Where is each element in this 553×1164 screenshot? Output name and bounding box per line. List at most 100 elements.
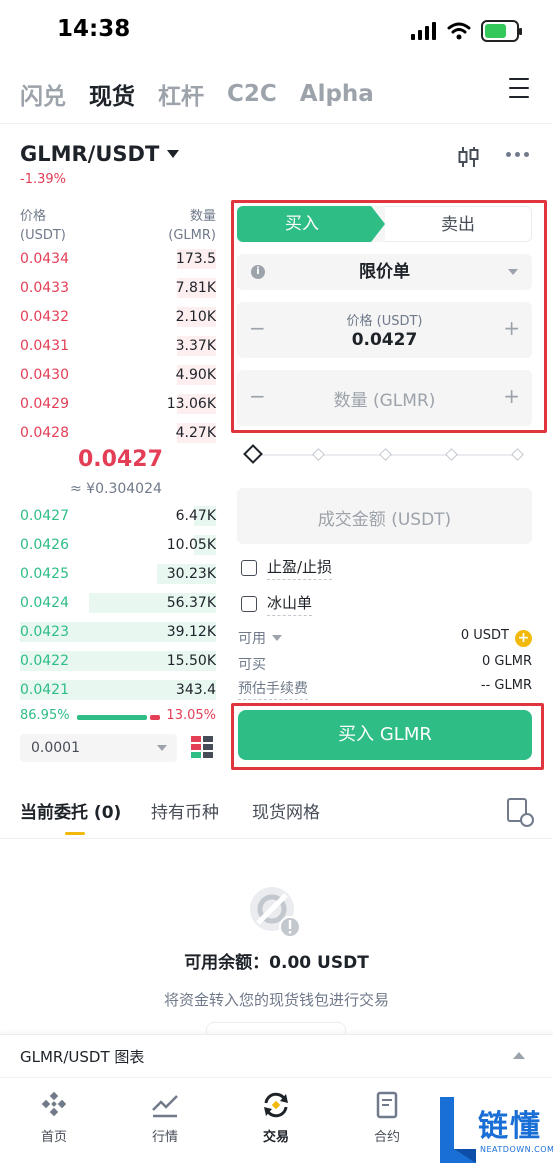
iceberg-checkbox[interactable] bbox=[241, 596, 257, 612]
can-buy-row: 可买 0 GLMR bbox=[238, 654, 532, 674]
pair-selector[interactable]: GLMR/USDT bbox=[20, 142, 180, 166]
quantity-placeholder: 数量 (GLMR) bbox=[333, 391, 436, 411]
total-input[interactable]: 成交金额 (USDT) bbox=[237, 488, 532, 544]
slider-step-25[interactable] bbox=[312, 448, 325, 461]
bid-row[interactable]: 0.0423 39.12K bbox=[20, 620, 216, 644]
divider bbox=[0, 123, 553, 124]
menu-icon[interactable] bbox=[509, 78, 529, 98]
caret-down-icon bbox=[157, 745, 167, 751]
bid-qty: 39.12K bbox=[166, 624, 216, 640]
bid-qty: 56.37K bbox=[166, 595, 216, 611]
nav-markets[interactable]: 行情 bbox=[130, 1090, 200, 1145]
tab-c2c[interactable]: C2C bbox=[227, 81, 277, 107]
battery-icon bbox=[481, 20, 522, 42]
bid-row[interactable]: 0.0425 30.23K bbox=[20, 562, 216, 586]
price-input[interactable]: − 价格 (USDT) 0.0427 + bbox=[237, 302, 532, 358]
chevron-up-icon bbox=[513, 1052, 525, 1059]
buy-ratio: 86.95% bbox=[20, 708, 70, 723]
bid-row[interactable]: 0.0427 6.47K bbox=[20, 504, 216, 528]
more-icon[interactable] bbox=[506, 152, 529, 157]
slider-handle[interactable] bbox=[243, 444, 263, 464]
add-funds-icon[interactable]: + bbox=[515, 630, 532, 647]
tp-sl-checkbox[interactable] bbox=[241, 560, 257, 576]
fee-label: 预估手续费 bbox=[238, 681, 308, 700]
bid-row[interactable]: 0.0424 56.37K bbox=[20, 591, 216, 615]
ask-row[interactable]: 0.0428 4.27K bbox=[20, 421, 216, 445]
ask-price: 0.0429 bbox=[20, 396, 69, 412]
caret-down-icon bbox=[508, 269, 518, 275]
sell-ratio-bar bbox=[150, 715, 160, 720]
plus-icon[interactable]: + bbox=[503, 384, 520, 408]
bid-qty: 15.50K bbox=[166, 653, 216, 669]
caret-down-icon bbox=[272, 635, 282, 641]
tab-spot-grid[interactable]: 现货网格 bbox=[252, 798, 320, 823]
ask-row[interactable]: 0.0432 2.10K bbox=[20, 305, 216, 329]
qty-unit: (GLMR) bbox=[168, 228, 216, 243]
nav-futures[interactable]: 合约 bbox=[352, 1090, 422, 1145]
caret-down-icon bbox=[167, 150, 180, 158]
transfer-hint: 将资金转入您的现货钱包进行交易 bbox=[163, 991, 389, 1009]
bid-row[interactable]: 0.0421 343.4 bbox=[20, 678, 216, 702]
bid-qty: 6.47K bbox=[175, 508, 216, 524]
price-label: 价格 (USDT) bbox=[346, 314, 423, 329]
nav-home-label: 首页 bbox=[40, 1130, 67, 1145]
ask-qty: 13.06K bbox=[166, 396, 216, 412]
watermark-l-icon bbox=[440, 1097, 476, 1163]
nav-home[interactable]: 首页 bbox=[19, 1090, 89, 1145]
last-price[interactable]: 0.0427 bbox=[78, 447, 163, 472]
ask-qty: 4.90K bbox=[175, 367, 216, 383]
tab-margin[interactable]: 杠杆 bbox=[158, 77, 204, 111]
available-label[interactable]: 可用 bbox=[238, 631, 282, 647]
ask-row[interactable]: 0.0434 173.5 bbox=[20, 247, 216, 271]
orderbook-layout-icon[interactable] bbox=[191, 736, 213, 758]
empty-wallet-icon bbox=[250, 887, 301, 938]
tab-holdings[interactable]: 持有币种 bbox=[151, 798, 219, 823]
quantity-input[interactable]: − 数量 (GLMR) + bbox=[237, 370, 532, 426]
amount-slider[interactable] bbox=[243, 444, 524, 464]
nav-markets-label: 行情 bbox=[151, 1130, 178, 1145]
nav-trade[interactable]: 交易 bbox=[241, 1090, 311, 1145]
ask-row[interactable]: 0.0429 13.06K bbox=[20, 392, 216, 416]
buy-tab[interactable]: 买入 bbox=[237, 206, 385, 242]
precision-select[interactable]: 0.0001 bbox=[20, 734, 177, 762]
qty-header: 数量 bbox=[189, 209, 216, 224]
status-icons bbox=[411, 20, 522, 42]
candlestick-chart-icon[interactable] bbox=[458, 146, 480, 168]
bid-price: 0.0425 bbox=[20, 566, 69, 582]
can-buy-value: 0 GLMR bbox=[482, 654, 532, 669]
iceberg-label: 冰山单 bbox=[267, 592, 313, 616]
fee-row: 预估手续费 -- GLMR bbox=[238, 678, 532, 700]
watermark-text: 链懂 bbox=[478, 1109, 542, 1144]
iceberg-option[interactable]: 冰山单 bbox=[241, 592, 313, 616]
order-history-icon[interactable] bbox=[507, 798, 534, 827]
tab-convert[interactable]: 闪兑 bbox=[20, 77, 66, 111]
chart-toggle-bar[interactable]: GLMR/USDT 图表 bbox=[0, 1034, 553, 1076]
order-type-select[interactable]: i 限价单 bbox=[237, 254, 532, 290]
ask-qty: 7.81K bbox=[175, 280, 216, 296]
status-bar: 14:38 bbox=[0, 0, 553, 62]
bid-row[interactable]: 0.0422 15.50K bbox=[20, 649, 216, 673]
available-value-wrap: 0 USDT + bbox=[461, 628, 532, 647]
ask-row[interactable]: 0.0431 3.37K bbox=[20, 334, 216, 358]
slider-step-50[interactable] bbox=[379, 448, 392, 461]
signal-icon bbox=[411, 22, 436, 40]
tab-spot[interactable]: 现货 bbox=[89, 77, 135, 111]
top-nav: 闪兑 现货 杠杆 C2C Alpha bbox=[20, 72, 533, 116]
order-type-label: 限价单 bbox=[359, 262, 410, 282]
plus-icon[interactable]: + bbox=[503, 316, 520, 340]
buy-glmr-button[interactable]: 买入 GLMR bbox=[238, 710, 532, 760]
bid-row[interactable]: 0.0426 10.05K bbox=[20, 533, 216, 557]
tab-alpha[interactable]: Alpha bbox=[300, 81, 374, 107]
available-value: 0 USDT bbox=[460, 628, 509, 643]
sell-tab[interactable]: 卖出 bbox=[385, 206, 532, 242]
ask-price: 0.0432 bbox=[20, 309, 69, 325]
fee-value: -- GLMR bbox=[480, 678, 532, 693]
ask-price: 0.0431 bbox=[20, 338, 69, 354]
ask-row[interactable]: 0.0430 4.90K bbox=[20, 363, 216, 387]
ask-row[interactable]: 0.0433 7.81K bbox=[20, 276, 216, 300]
tab-open-orders[interactable]: 当前委托 (0) bbox=[20, 798, 121, 823]
tp-sl-option[interactable]: 止盈/止损 bbox=[241, 556, 333, 580]
slider-step-100[interactable] bbox=[511, 448, 524, 461]
slider-step-75[interactable] bbox=[445, 448, 458, 461]
buy-ratio-bar bbox=[77, 715, 147, 720]
